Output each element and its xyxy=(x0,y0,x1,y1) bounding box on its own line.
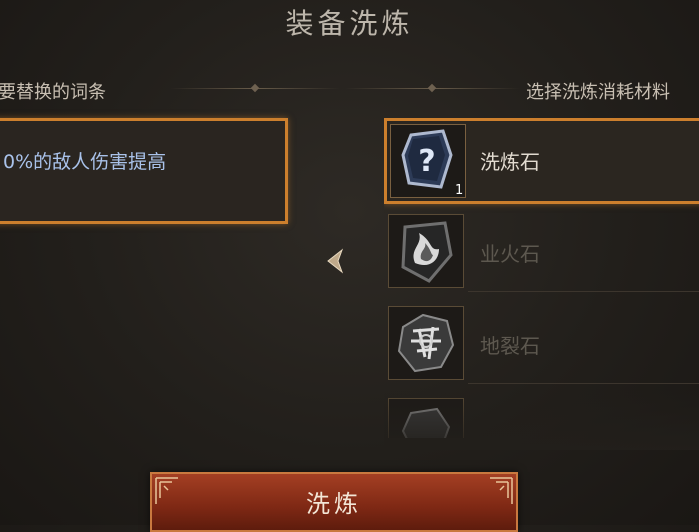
refine-button-label: 洗炼 xyxy=(306,490,362,518)
arrow-left-icon xyxy=(327,248,344,274)
affix-text: 0%的敌人伤害提高 xyxy=(3,151,167,173)
material-item-earthsplit-stone[interactable]: 地裂石 xyxy=(384,302,699,384)
material-item-refine-stone[interactable]: ? 1 洗炼石 xyxy=(384,118,699,204)
material-count: 1 xyxy=(455,183,464,198)
material-name: 地裂石 xyxy=(480,334,540,358)
affix-slot[interactable]: 0%的敌人伤害提高 xyxy=(0,118,288,224)
row-divider xyxy=(468,383,699,384)
rune-question-icon: ? xyxy=(401,129,453,189)
material-item-hellfire-stone[interactable]: 业火石 xyxy=(384,210,699,292)
material-name: 业火石 xyxy=(480,242,540,266)
material-icon-slot xyxy=(388,214,464,288)
corner-ornament-icon xyxy=(490,477,513,504)
material-name: 洗炼石 xyxy=(480,150,540,174)
left-header: 要替换的词条 xyxy=(0,82,106,103)
refine-button[interactable]: 洗炼 xyxy=(150,472,518,532)
ornament-divider-left xyxy=(170,83,340,93)
earth-rune-icon xyxy=(397,313,455,373)
material-icon-slot: ? 1 xyxy=(390,124,466,198)
list-fade-overlay xyxy=(384,390,699,450)
material-icon-slot xyxy=(388,306,464,380)
row-divider xyxy=(468,291,699,292)
svg-text:?: ? xyxy=(418,144,435,179)
screen-title: 装备洗炼 xyxy=(285,7,414,40)
right-header: 选择洗炼消耗材料 xyxy=(526,82,670,103)
flame-rune-icon xyxy=(401,221,453,283)
ornament-divider-right xyxy=(345,83,520,93)
